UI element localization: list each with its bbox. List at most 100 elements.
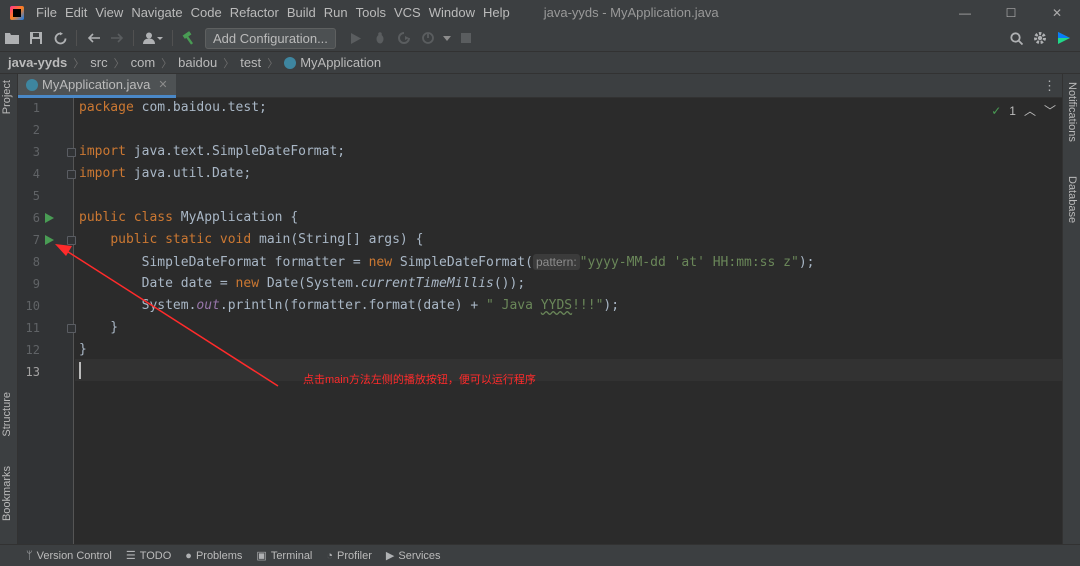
structure-tool-tab[interactable]: Structure (1, 392, 13, 437)
string-literal: "yyyy-MM-dd 'at' HH:mm:ss z" (579, 255, 799, 270)
menu-vcs[interactable]: VCS (390, 0, 425, 25)
keyword: public static void (110, 232, 252, 247)
sync-icon[interactable] (48, 27, 72, 49)
code-line-11: } (79, 320, 118, 335)
line-number: 13 (25, 365, 40, 379)
run-main-gutter-icon[interactable] (45, 235, 54, 245)
breadcrumb-com[interactable]: com (131, 55, 156, 70)
menu-build[interactable]: Build (283, 0, 320, 25)
debug-bug-icon[interactable] (368, 27, 392, 49)
terminal-tab[interactable]: ▣ Terminal (256, 549, 313, 563)
code-text: } (79, 342, 87, 357)
code-text: MyApplication { (172, 210, 299, 225)
profiler-tab[interactable]: ◔ Profiler (326, 550, 372, 562)
chevron-down-icon[interactable]: ﹀ (1044, 102, 1056, 119)
java-class-icon (284, 56, 297, 69)
fold-marker-icon[interactable] (67, 148, 76, 157)
code-text: java.util.Date; (125, 166, 252, 181)
stop-icon[interactable] (454, 27, 478, 49)
user-account-icon[interactable] (138, 27, 168, 49)
profiler-run-icon[interactable] (416, 27, 440, 49)
code-text: Date date = (79, 276, 236, 291)
menu-window[interactable]: Window (425, 0, 479, 25)
code-text: ()); (493, 276, 526, 291)
notifications-tool-tab[interactable]: Notifications (1066, 82, 1078, 142)
code-text: } (79, 320, 119, 335)
menu-refactor[interactable]: Refactor (226, 0, 283, 25)
code-text: java.text.SimpleDateFormat; (125, 144, 346, 159)
maximize-button[interactable]: ☐ (988, 0, 1034, 25)
code-line-1: package com.baidou.test; (79, 100, 267, 115)
menu-navigate[interactable]: Navigate (127, 0, 186, 25)
string-literal: !!!" (572, 298, 604, 313)
project-tool-tab[interactable]: Project (1, 80, 13, 114)
fold-marker-icon[interactable] (67, 324, 76, 333)
coverage-icon[interactable] (392, 27, 416, 49)
fold-marker-icon[interactable] (67, 170, 76, 179)
jetbrains-toolbox-icon[interactable] (1052, 27, 1076, 49)
menu-view[interactable]: View (91, 0, 127, 25)
menu-file[interactable]: File (32, 0, 61, 25)
line-number: 10 (25, 299, 40, 313)
close-button[interactable]: ✕ (1034, 0, 1080, 25)
left-tool-stripe: Project Structure Bookmarks (0, 74, 18, 544)
bottom-tool-bar: ᛘ Version Control ☰ TODO ● Problems ▣ Te… (0, 544, 1080, 566)
code-line-3: import java.text.SimpleDateFormat; (79, 144, 345, 159)
chevron-up-icon[interactable]: ︿ (1024, 102, 1036, 119)
problems-icon: ● (185, 549, 192, 562)
back-arrow-icon[interactable] (81, 27, 105, 49)
menu-run[interactable]: Run (320, 0, 352, 25)
problems-tab[interactable]: ● Problems (185, 550, 242, 562)
chevron-right-icon: 〉 (223, 57, 235, 70)
line-number: 12 (25, 343, 40, 357)
open-folder-icon[interactable] (0, 27, 24, 49)
tab-myapplication-java[interactable]: MyApplication.java ✕ (18, 74, 176, 98)
version-control-tab[interactable]: ᛘ Version Control (26, 550, 112, 562)
menu-tools[interactable]: Tools (352, 0, 390, 25)
more-tabs-menu-icon[interactable]: ⋮ (1043, 78, 1056, 94)
services-tab[interactable]: ▶ Services (386, 549, 441, 563)
breadcrumb-test[interactable]: test (240, 55, 261, 70)
build-hammer-icon[interactable] (177, 27, 201, 49)
close-tab-icon[interactable]: ✕ (158, 78, 167, 91)
parameter-hint: pattern: (532, 254, 580, 270)
run-class-gutter-icon[interactable] (45, 213, 54, 223)
breadcrumb-src[interactable]: src (90, 55, 107, 70)
checkmark-icon: ✓ (991, 103, 1002, 118)
inspection-widget[interactable]: ✓ 1 ︿ ﹀ (991, 102, 1056, 119)
java-class-icon (26, 78, 38, 91)
intellij-logo-icon (10, 5, 24, 20)
menu-code[interactable]: Code (187, 0, 226, 25)
code-editor[interactable]: 1 2 3 4 5 6 7 8 9 10 11 12 13 package co… (18, 98, 1062, 544)
tab-label: MyApplication.java (42, 77, 151, 92)
breadcrumb-myapplication[interactable]: MyApplication (300, 55, 381, 70)
todo-tab[interactable]: ☰ TODO (126, 549, 171, 563)
bookmarks-tool-tab[interactable]: Bookmarks (1, 466, 13, 521)
window-title: java-yyds - MyApplication.java (543, 5, 719, 20)
code-text: .println(formatter.format(date) + (219, 298, 486, 313)
settings-gear-icon[interactable] (1028, 27, 1052, 49)
breadcrumb-project[interactable]: java-yyds (8, 55, 67, 70)
search-icon[interactable] (1004, 27, 1028, 49)
run-icon[interactable] (344, 27, 368, 49)
save-icon[interactable] (24, 27, 48, 49)
breadcrumb-baidou[interactable]: baidou (178, 55, 217, 70)
toolbar-separator (133, 30, 134, 46)
menu-edit[interactable]: Edit (61, 0, 91, 25)
database-tool-tab[interactable]: Database (1066, 176, 1078, 223)
forward-arrow-icon[interactable] (105, 27, 129, 49)
minimize-button[interactable]: — (942, 0, 988, 25)
line-number: 9 (32, 277, 40, 291)
keyword: import (79, 166, 126, 181)
code-line-10: System.out.println(formatter.format(date… (79, 298, 619, 313)
bottom-tab-label: Terminal (270, 549, 313, 562)
chevron-right-icon: 〉 (267, 57, 279, 70)
database-tab-label: Database (1066, 176, 1078, 224)
add-configuration-button[interactable]: Add Configuration... (205, 27, 336, 49)
line-number: 3 (32, 145, 40, 159)
menu-help[interactable]: Help (479, 0, 514, 25)
line-number: 2 (32, 123, 40, 137)
fold-marker-icon[interactable] (67, 236, 76, 245)
static-method-call: currentTimeMillis (360, 276, 494, 291)
more-run-options-icon[interactable] (440, 27, 454, 49)
